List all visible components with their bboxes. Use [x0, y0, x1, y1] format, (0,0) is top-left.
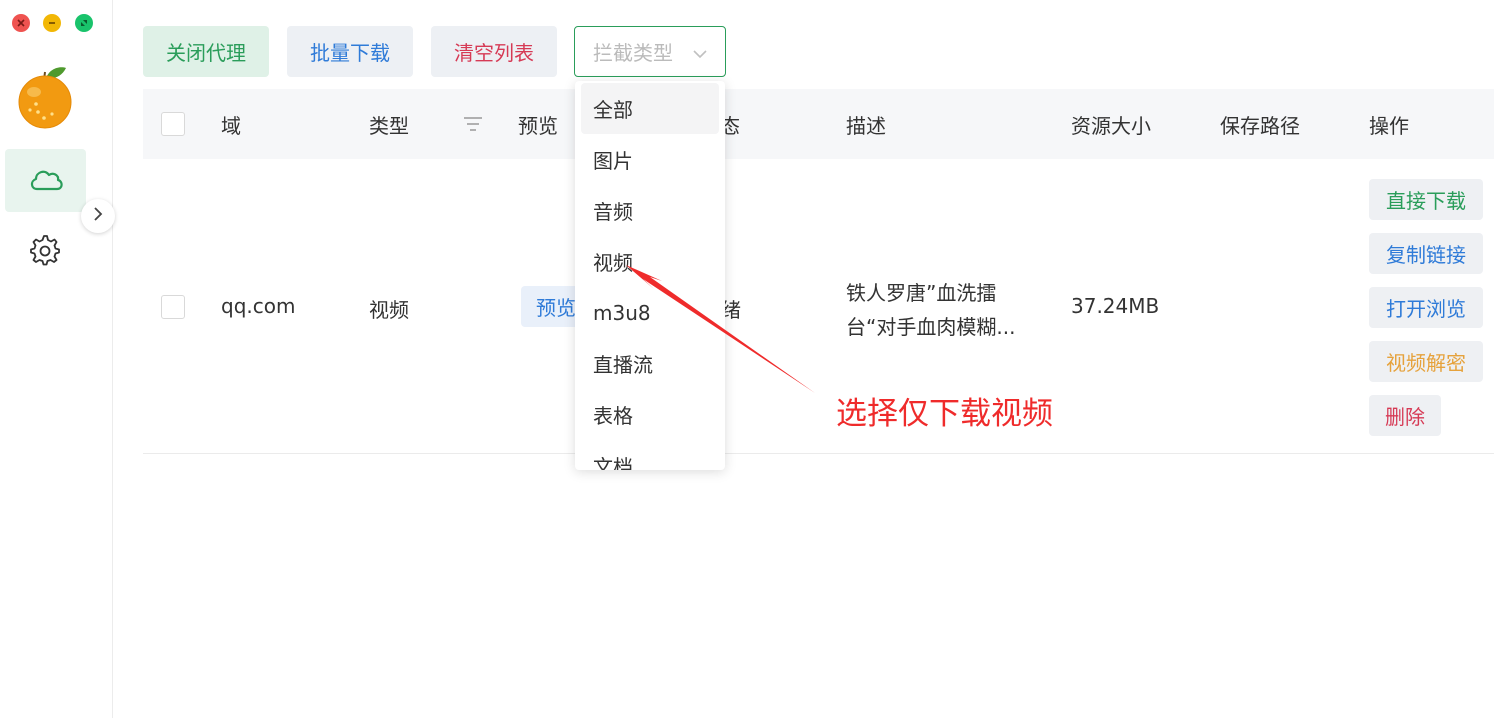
- intercept-type-dropdown: 全部 图片 音频 视频 m3u8 直播流 表格 文档: [575, 81, 725, 470]
- sidebar: [0, 0, 115, 718]
- row-checkbox[interactable]: [161, 295, 185, 319]
- intercept-type-placeholder: 拦截类型: [593, 41, 673, 65]
- header-ops: 操作: [1369, 113, 1409, 138]
- row-size: 37.24MB: [1071, 294, 1160, 318]
- header-desc: 描述: [846, 113, 886, 138]
- copy-link-button[interactable]: 复制链接: [1369, 233, 1483, 274]
- cloud-icon: [28, 166, 64, 196]
- row-type: 视频: [369, 298, 409, 322]
- row-desc: 铁人罗唐”血洗擂台“对手血肉模糊...: [846, 281, 1016, 339]
- header-domain: 域: [221, 113, 241, 138]
- close-icon[interactable]: [12, 14, 30, 32]
- option-spreadsheet[interactable]: 表格: [581, 389, 719, 440]
- header-preview: 预览: [518, 113, 558, 138]
- header-type: 类型: [369, 113, 409, 138]
- delete-button[interactable]: 删除: [1369, 395, 1441, 436]
- intercept-type-select[interactable]: 拦截类型: [574, 26, 726, 77]
- row-domain: qq.com: [221, 294, 296, 318]
- minimize-icon[interactable]: [43, 14, 61, 32]
- orange-logo: [16, 64, 74, 130]
- video-decrypt-button[interactable]: 视频解密: [1369, 341, 1483, 382]
- clear-list-button[interactable]: 清空列表: [431, 26, 557, 77]
- select-all-checkbox[interactable]: [161, 112, 185, 136]
- preview-button[interactable]: 预览: [521, 286, 583, 327]
- option-live-stream[interactable]: 直播流: [581, 338, 719, 389]
- header-size: 资源大小: [1071, 113, 1151, 138]
- header-path: 保存路径: [1220, 113, 1300, 138]
- option-document[interactable]: 文档: [581, 440, 719, 470]
- chevron-down-icon: [691, 44, 709, 68]
- open-browse-button[interactable]: 打开浏览: [1369, 287, 1483, 328]
- option-image[interactable]: 图片: [581, 134, 719, 185]
- gear-icon: [29, 235, 61, 271]
- filter-icon[interactable]: [463, 115, 483, 137]
- sidebar-toggle-button[interactable]: [81, 199, 115, 233]
- annotation-text: 选择仅下载视频: [836, 396, 1053, 432]
- direct-download-button[interactable]: 直接下载: [1369, 179, 1483, 220]
- option-video[interactable]: 视频: [581, 236, 719, 287]
- batch-download-button[interactable]: 批量下载: [287, 26, 413, 77]
- chevron-right-icon: [92, 206, 104, 226]
- table-header: 域 类型 预览 态 描述 资源大小 保存路径 操作: [143, 89, 1494, 159]
- maximize-icon[interactable]: [75, 14, 93, 32]
- row-divider: [143, 453, 1494, 454]
- option-all[interactable]: 全部: [581, 83, 719, 134]
- nav-cloud[interactable]: [5, 149, 86, 212]
- close-proxy-button[interactable]: 关闭代理: [143, 26, 269, 77]
- nav-settings[interactable]: [27, 235, 63, 271]
- option-audio[interactable]: 音频: [581, 185, 719, 236]
- option-m3u8[interactable]: m3u8: [581, 287, 719, 338]
